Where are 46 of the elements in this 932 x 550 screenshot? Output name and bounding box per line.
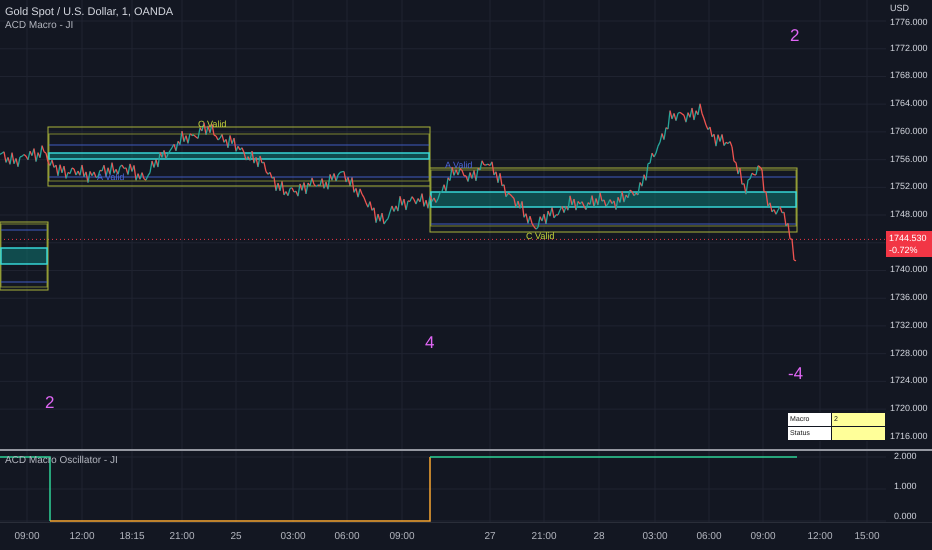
price-tick: 1748.000 xyxy=(890,209,928,220)
price-tick: 1732.000 xyxy=(890,320,928,330)
price-tick: 1756.000 xyxy=(890,154,928,164)
price-tick: 1768.000 xyxy=(890,70,928,80)
table-cell xyxy=(832,427,885,440)
time-tick: 18:15 xyxy=(119,531,145,542)
time-tick: 06:00 xyxy=(334,531,360,542)
macro-number: 2 xyxy=(45,393,54,413)
valid-label: A Valid xyxy=(445,160,472,170)
time-tick: 27 xyxy=(484,531,496,542)
price-tick: 1736.000 xyxy=(890,292,928,302)
price-tick: 1716.000 xyxy=(890,430,928,441)
price-tick: 1728.000 xyxy=(890,348,928,358)
oscillator-tick: 2.000 xyxy=(894,451,917,461)
valid-label: C Valid xyxy=(526,231,554,241)
price-tick: 1720.000 xyxy=(890,403,928,414)
time-tick: 12:00 xyxy=(69,531,95,542)
price-tick: 1776.000 xyxy=(890,17,928,27)
time-tick: 09:00 xyxy=(750,531,776,542)
last-price-tag: 1744.530 -0.72% xyxy=(886,231,932,258)
indicator-title: ACD Macro - JI xyxy=(5,20,74,31)
macro-number: 4 xyxy=(425,333,434,353)
price-tick: 1740.000 xyxy=(890,264,928,274)
time-tick: 21:00 xyxy=(169,531,195,542)
range-zone-drawing xyxy=(0,222,48,290)
time-tick: 21:00 xyxy=(531,531,557,542)
time-tick: 15:00 xyxy=(854,531,880,542)
price-tick: 1760.000 xyxy=(890,126,928,136)
oscillator-tick: 0.000 xyxy=(894,511,917,521)
time-tick: 09:00 xyxy=(14,531,40,542)
price-tick: 1724.000 xyxy=(890,375,928,386)
symbol-title: Gold Spot / U.S. Dollar, 1, OANDA xyxy=(5,6,174,18)
time-tick: 09:00 xyxy=(389,531,415,542)
valid-label: C Valid xyxy=(198,119,226,129)
time-tick: 28 xyxy=(593,531,605,542)
time-tick: 25 xyxy=(230,531,242,542)
time-tick: 06:00 xyxy=(696,531,722,542)
oscillator-tick: 1.000 xyxy=(894,481,917,491)
time-tick: 12:00 xyxy=(807,531,833,542)
macro-number: 2 xyxy=(790,26,800,46)
time-tick: 03:00 xyxy=(280,531,306,542)
price-tick: 1772.000 xyxy=(890,42,928,53)
macro-number: -4 xyxy=(788,364,804,384)
price-tick: 1752.000 xyxy=(890,181,928,192)
time-tick: 03:00 xyxy=(642,531,668,542)
price-tick: 1764.000 xyxy=(890,98,928,108)
